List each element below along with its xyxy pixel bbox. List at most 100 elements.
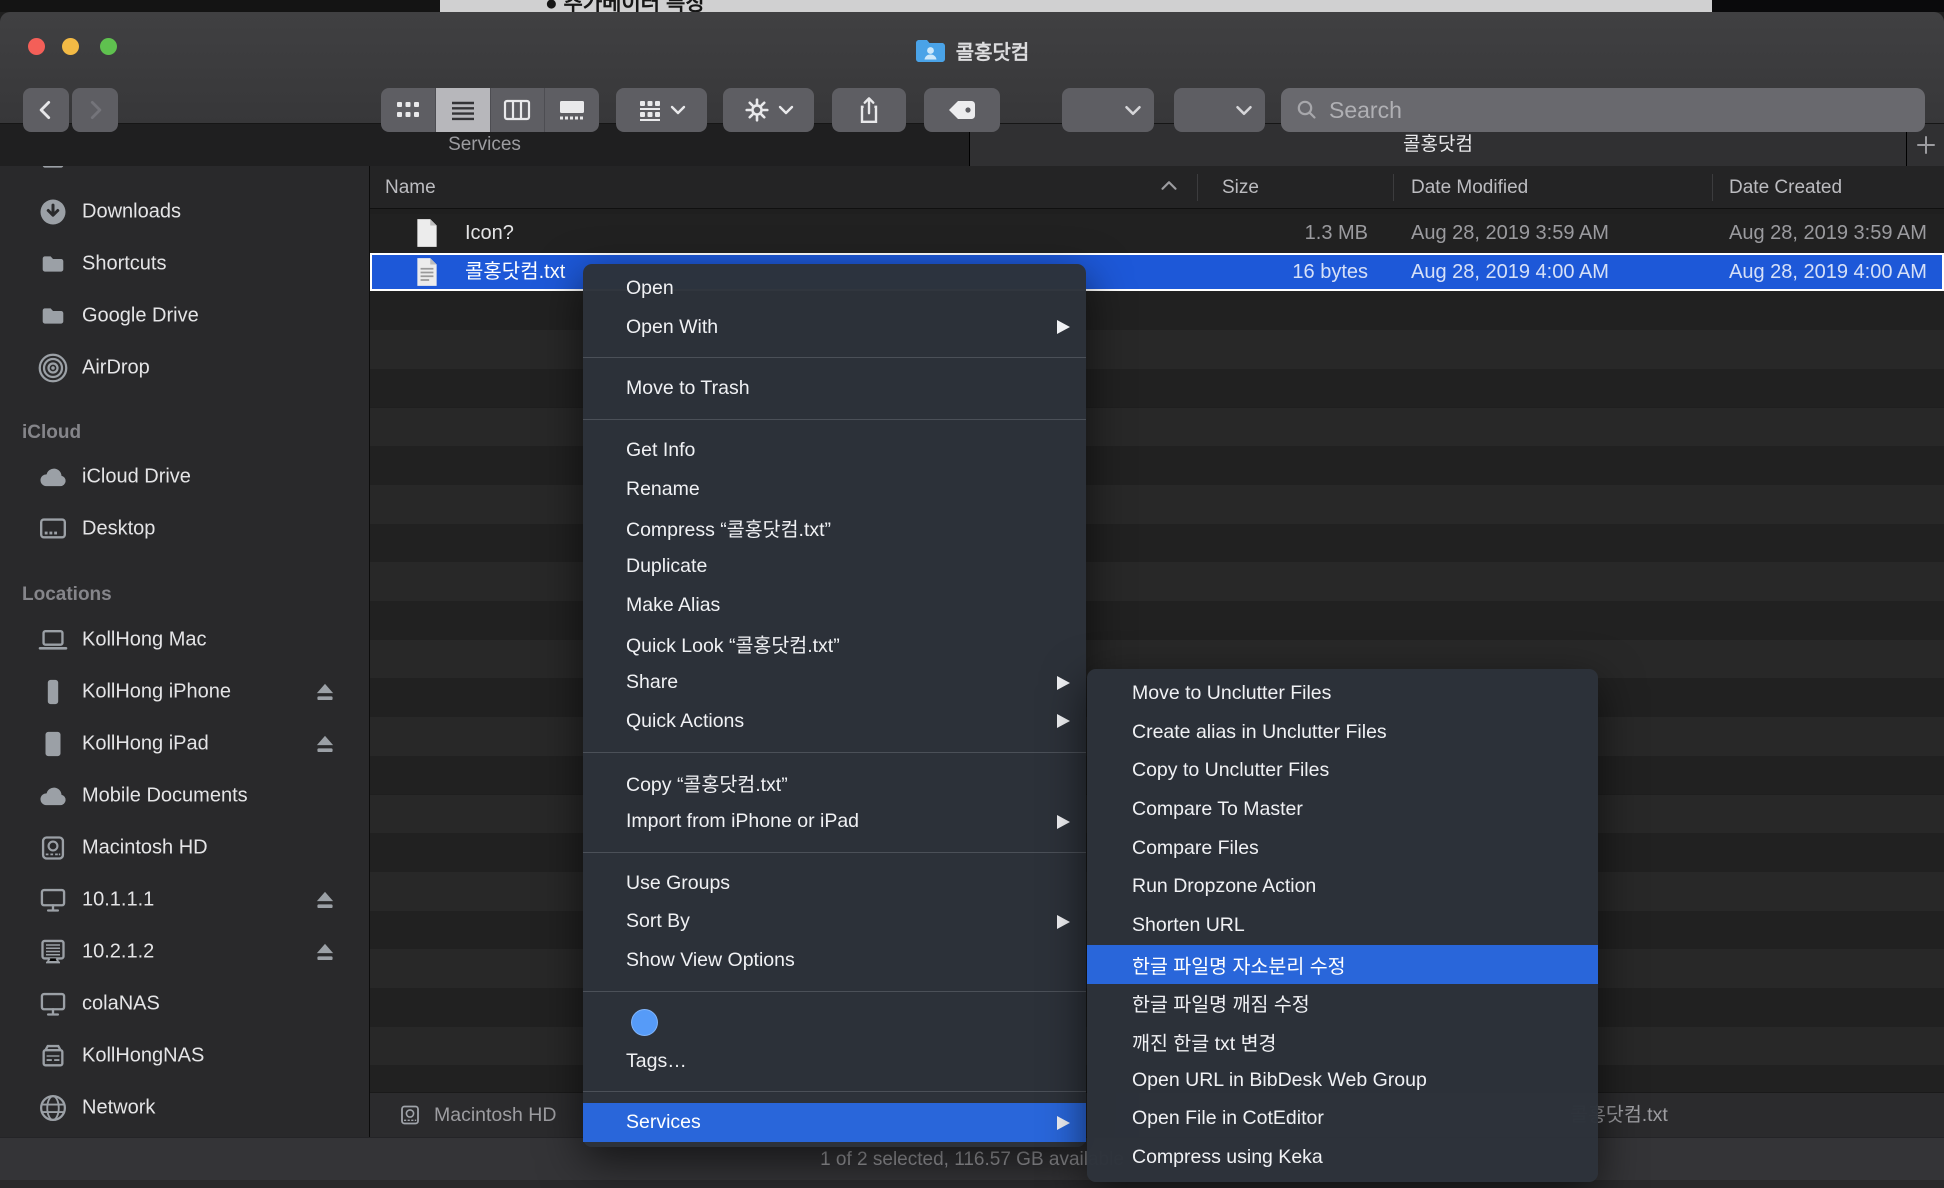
table-row[interactable]: Icon?1.3 MBAug 28, 2019 3:59 AMAug 28, 2… [370, 214, 1944, 253]
column-header-date-created[interactable]: Date Created [1729, 166, 1842, 209]
sidebar-item-mobile-documents[interactable]: Mobile Documents [0, 776, 369, 816]
submenu-item-open-url-in-bibdesk-web-group[interactable]: Open URL in BibDesk Web Group [1087, 1061, 1598, 1100]
sidebar-item-kollhong-iphone[interactable]: KollHong iPhone [0, 672, 369, 712]
view-switcher [381, 88, 599, 132]
background-app-strip: ● 추가베이러 특징 [0, 0, 1944, 12]
sidebar-item-colanas[interactable]: colaNAS [0, 984, 369, 1024]
menu-item-rename[interactable]: Rename [583, 470, 1086, 509]
menu-item-open[interactable]: Open [583, 269, 1086, 308]
column-header-name[interactable]: Name [385, 166, 436, 209]
path-item-macintosh-hd[interactable]: Macintosh HD [434, 1093, 556, 1138]
submenu-item-shorten-url[interactable]: Shorten URL [1087, 906, 1598, 945]
sidebar-item-kollhong-ipad[interactable]: KollHong iPad [0, 724, 369, 764]
menu-item-open-with[interactable]: Open With [583, 308, 1086, 347]
chevron-down-icon [1124, 104, 1142, 117]
action-menu-button[interactable] [723, 88, 814, 132]
submenu-item-한글-파일명-깨짐-수정[interactable]: 한글 파일명 깨짐 수정 [1087, 984, 1598, 1023]
sidebar-item-downloads[interactable]: Downloads [0, 192, 369, 232]
menu-item-show-view-options[interactable]: Show View Options [583, 941, 1086, 980]
sidebar-item-10-1-1-1[interactable]: 10.1.1.1 [0, 880, 369, 920]
menu-item-import-from-iphone-or-ipad[interactable]: Import from iPhone or iPad [583, 802, 1086, 841]
sidebar-item-desktop[interactable]: Desktop [0, 509, 369, 549]
user-folder-icon [915, 38, 946, 63]
menu-item-share[interactable]: Share [583, 663, 1086, 702]
background-app-text: ● 추가베이러 특징 [545, 0, 705, 12]
sidebar-item-label: KollHong iPhone [82, 681, 231, 704]
sidebar-item-network[interactable]: Network [0, 1088, 369, 1128]
column-header-size[interactable]: Size [1222, 166, 1259, 209]
tag-color-row[interactable] [583, 1003, 1086, 1042]
eject-icon[interactable] [312, 888, 338, 912]
menu-item-quick-actions[interactable]: Quick Actions [583, 702, 1086, 741]
sidebar-item-10-2-1-2[interactable]: 10.2.1.2 [0, 932, 369, 972]
share-button[interactable] [832, 88, 906, 132]
list-view-button[interactable] [436, 88, 491, 132]
submenu-item-run-dropzone-action[interactable]: Run Dropzone Action [1087, 867, 1598, 906]
back-button[interactable] [23, 88, 69, 132]
menu-separator [583, 346, 1086, 369]
menu-item-compress-콜홍닷컴-txt[interactable]: Compress “콜홍닷컴.txt” [583, 508, 1086, 547]
menu-item-quick-look-콜홍닷컴-txt[interactable]: Quick Look “콜홍닷컴.txt” [583, 625, 1086, 664]
menu-item-label: Show View Options [626, 949, 795, 972]
search-icon [1295, 98, 1319, 122]
sidebar-item-label: AirDrop [82, 357, 150, 380]
tag-icon [947, 98, 977, 122]
submenu-item-깨진-한글-txt-변경[interactable]: 깨진 한글 txt 변경 [1087, 1022, 1598, 1061]
sidebar-item-kollhongnas[interactable]: KollHongNAS [0, 1036, 369, 1076]
menu-item-get-info[interactable]: Get Info [583, 431, 1086, 470]
toolbar-dropdown-2[interactable] [1174, 88, 1265, 132]
menu-item-move-to-trash[interactable]: Move to Trash [583, 369, 1086, 408]
search-input[interactable] [1327, 96, 1847, 125]
tag-button[interactable] [924, 88, 1000, 132]
sidebar-item-documents[interactable]: Documents [0, 166, 369, 180]
submenu-item-compress-using-keka[interactable]: Compress using Keka [1087, 1138, 1598, 1177]
submenu-item-open-file-in-coteditor[interactable]: Open File in CotEditor [1087, 1100, 1598, 1139]
eject-icon[interactable] [312, 680, 338, 704]
sidebar-item-label: Network [82, 1097, 155, 1120]
sidebar-item-macintosh-hd[interactable]: Macintosh HD [0, 828, 369, 868]
search-field[interactable] [1281, 88, 1925, 132]
menu-item-copy-콜홍닷컴-txt[interactable]: Copy “콜홍닷컴.txt” [583, 764, 1086, 803]
sidebar-item-google-drive[interactable]: Google Drive [0, 296, 369, 336]
submenu-item-한글-파일명-자소분리-수정[interactable]: 한글 파일명 자소분리 수정 [1087, 945, 1598, 984]
submenu-item-label: Copy to Unclutter Files [1132, 759, 1329, 782]
sidebar-item-kollhong-mac[interactable]: KollHong Mac [0, 620, 369, 660]
icon-view-button[interactable] [381, 88, 436, 132]
column-divider[interactable] [1712, 174, 1713, 201]
submenu-item-create-alias-in-unclutter-files[interactable]: Create alias in Unclutter Files [1087, 713, 1598, 752]
column-divider[interactable] [1393, 174, 1394, 201]
gallery-view-button[interactable] [545, 88, 599, 132]
submenu-item-compare-files[interactable]: Compare Files [1087, 829, 1598, 868]
forward-button[interactable] [72, 88, 118, 132]
tag-color-blue-icon [631, 1009, 658, 1036]
menu-item-sort-by[interactable]: Sort By [583, 903, 1086, 942]
eject-icon[interactable] [312, 940, 338, 964]
submenu-item-move-to-unclutter-files[interactable]: Move to Unclutter Files [1087, 674, 1598, 713]
menu-item-label: Open With [626, 316, 718, 339]
display-icon [36, 988, 70, 1020]
submenu-item-label: Open URL in BibDesk Web Group [1132, 1069, 1427, 1092]
share-icon [856, 96, 882, 124]
sidebar-item-label: Shortcuts [82, 253, 166, 276]
sidebar-item-shortcuts[interactable]: Shortcuts [0, 244, 369, 284]
file-size: 16 bytes [1070, 253, 1368, 292]
sidebar-item-airdrop[interactable]: AirDrop [0, 348, 369, 388]
menu-item-duplicate[interactable]: Duplicate [583, 547, 1086, 586]
column-divider[interactable] [1197, 174, 1198, 201]
menu-item-make-alias[interactable]: Make Alias [583, 586, 1086, 625]
menu-item-use-groups[interactable]: Use Groups [583, 864, 1086, 903]
chevron-down-icon [778, 104, 794, 116]
toolbar-dropdown-1[interactable] [1062, 88, 1154, 132]
menu-item-services[interactable]: Services [583, 1103, 1086, 1142]
group-by-button[interactable] [616, 88, 707, 132]
sidebar-item-icloud-drive[interactable]: iCloud Drive [0, 457, 369, 497]
column-view-button[interactable] [491, 88, 546, 132]
column-header-date-modified[interactable]: Date Modified [1411, 166, 1528, 209]
window-title: 콜홍닷컴 [0, 36, 1944, 65]
eject-icon[interactable] [312, 732, 338, 756]
menu-item-tags[interactable]: Tags… [583, 1042, 1086, 1081]
hdd-icon [36, 832, 70, 864]
submenu-item-compare-to-master[interactable]: Compare To Master [1087, 790, 1598, 829]
submenu-item-copy-to-unclutter-files[interactable]: Copy to Unclutter Files [1087, 751, 1598, 790]
folder-icon [36, 300, 70, 332]
